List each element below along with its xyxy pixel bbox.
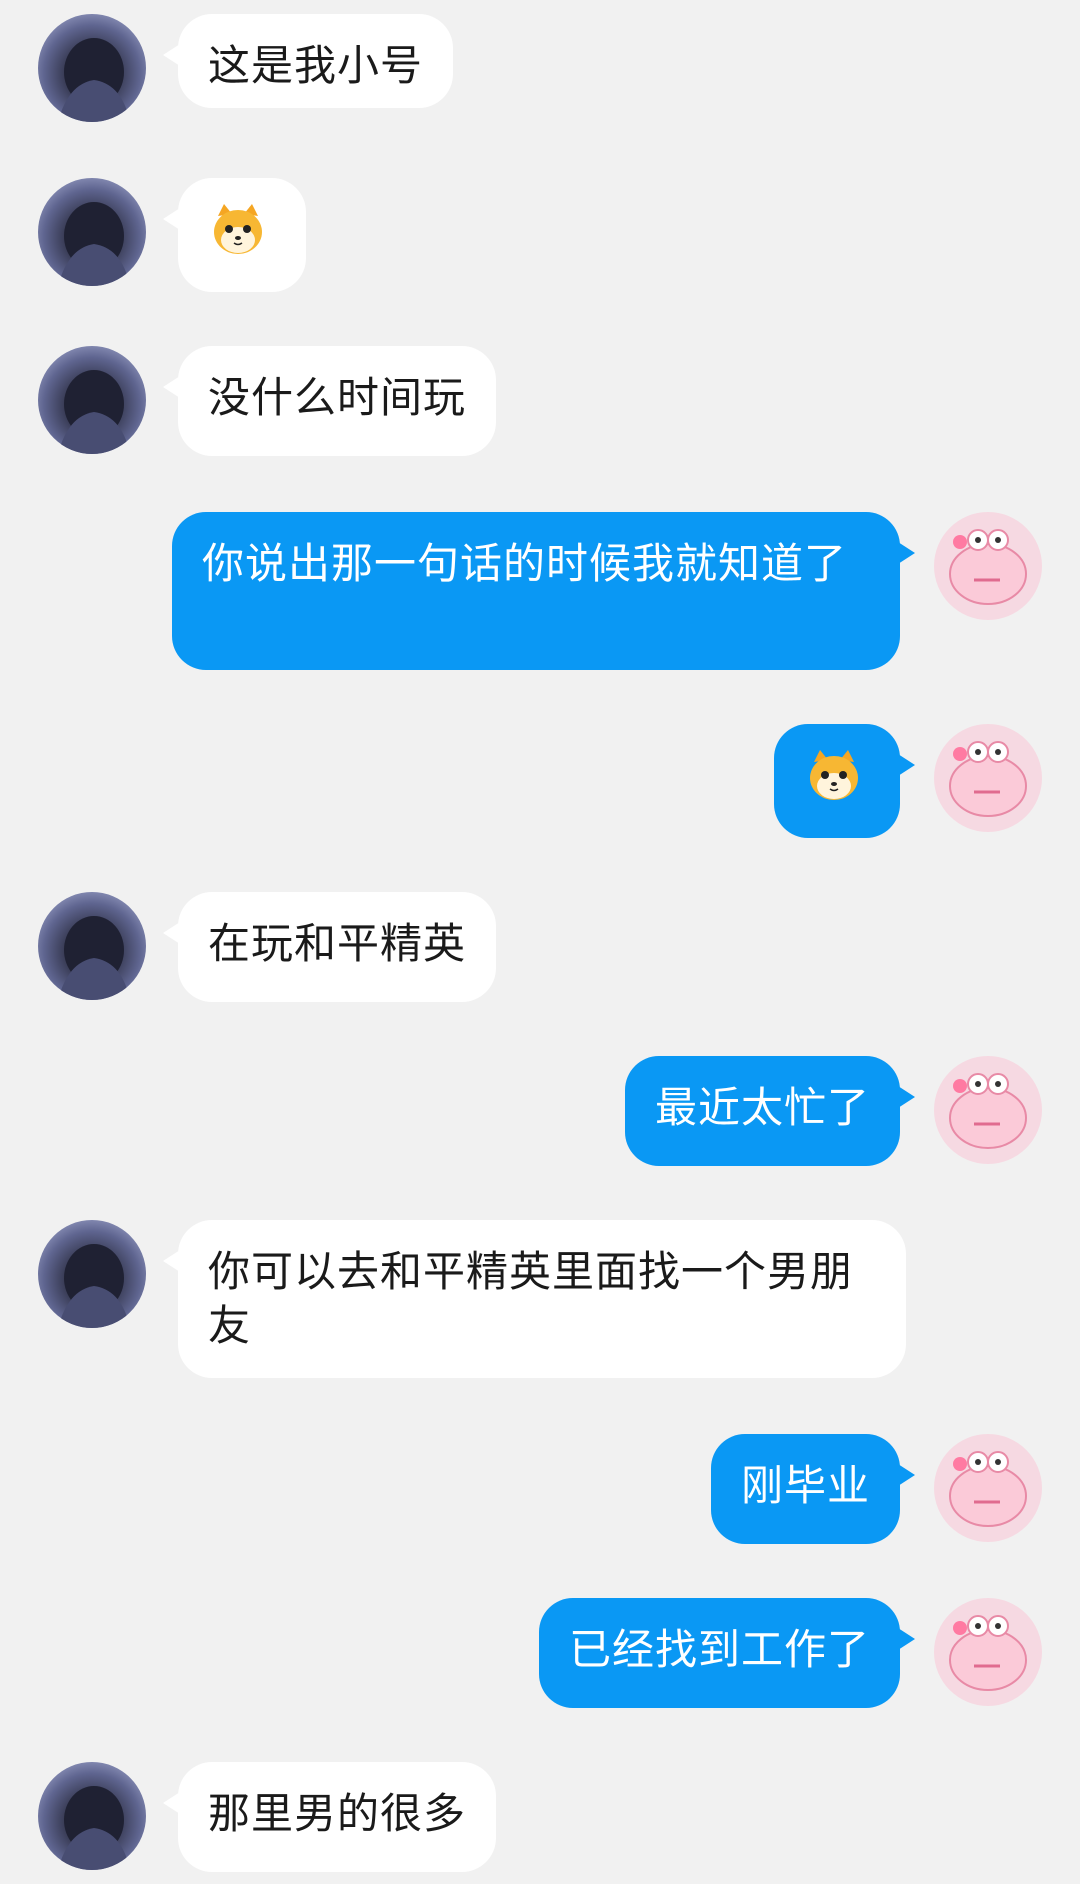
message-bubble[interactable]: 刚毕业 [710,1434,916,1544]
pink-frog-avatar-icon [949,741,1027,817]
my-avatar[interactable] [934,1598,1042,1706]
contact-avatar[interactable] [38,178,146,286]
contact-avatar[interactable] [38,14,146,122]
message-bubble[interactable]: 你说出那一句话的时候我就知道了 [172,512,915,670]
person-avatar-icon [58,1244,130,1328]
message-bubble[interactable]: 最近太忙了 [624,1056,916,1166]
message-bubble-emoji[interactable] [163,178,306,292]
my-avatar[interactable] [934,512,1042,620]
contact-avatar[interactable] [38,1762,146,1870]
person-avatar-icon [58,916,130,1000]
my-avatar[interactable] [934,1056,1042,1164]
message-bubble[interactable]: 这是我小号 [162,14,454,108]
chat-message-list[interactable]: 这是我小号 没什么时间玩 你说出那一句话的时候我就知道了 在玩和平精英 最近太忙… [0,0,1080,1884]
my-avatar[interactable] [934,1434,1042,1542]
contact-avatar[interactable] [38,1220,146,1328]
message-bubble[interactable]: 已经找到工作了 [538,1598,916,1708]
pink-frog-avatar-icon [949,1451,1027,1527]
message-bubble[interactable]: 你可以去和平精英里面找一个男朋友 [163,1220,906,1378]
person-avatar-icon [58,370,130,454]
my-avatar[interactable] [934,724,1042,832]
message-bubble[interactable]: 没什么时间玩 [162,346,497,456]
message-bubble[interactable]: 在玩和平精英 [162,892,497,1002]
pink-frog-avatar-icon [949,1073,1027,1149]
message-bubble-emoji[interactable] [774,724,915,838]
shiba-dog-emoji-icon [810,750,858,800]
pink-frog-avatar-icon [949,529,1027,605]
pink-frog-avatar-icon [949,1615,1027,1691]
person-avatar-icon [58,38,130,122]
message-bubble[interactable]: 那里男的很多 [162,1762,497,1872]
shiba-dog-emoji-icon [214,204,262,254]
person-avatar-icon [58,1786,130,1870]
contact-avatar[interactable] [38,346,146,454]
contact-avatar[interactable] [38,892,146,1000]
person-avatar-icon [58,202,130,286]
